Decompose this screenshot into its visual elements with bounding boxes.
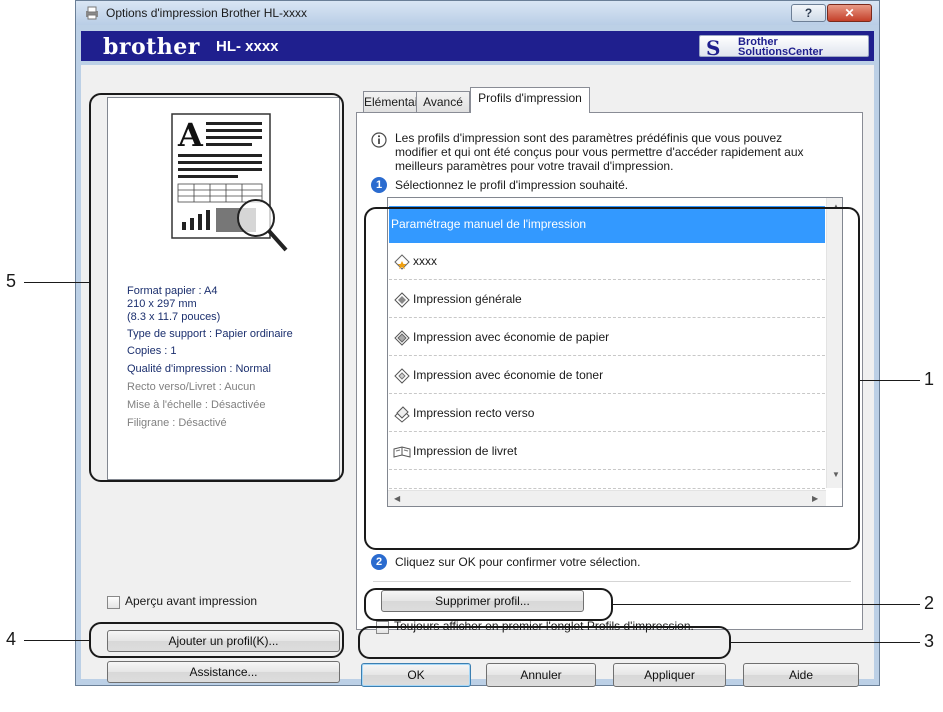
callout-line-3 [731, 642, 920, 643]
help-button[interactable]: Aide [743, 663, 859, 687]
callout-outline-5 [89, 93, 344, 482]
step2-number-icon: 2 [371, 554, 387, 570]
print-preview-label: Aperçu avant impression [125, 594, 258, 608]
step1-number-icon: 1 [371, 177, 387, 193]
info-icon [371, 132, 387, 148]
callout-outline-1 [364, 207, 860, 550]
callout-outline-3 [358, 626, 731, 659]
help-title-button[interactable]: ? [791, 4, 826, 22]
callout-line-5 [24, 282, 90, 283]
callout-outline-2 [364, 588, 613, 621]
close-button[interactable]: ✕ [827, 4, 872, 22]
printer-icon [86, 6, 98, 20]
tab-advanced[interactable]: Avancé [416, 91, 470, 112]
callout-line-2 [613, 604, 920, 605]
tab-basic[interactable]: Elémentaire [363, 91, 428, 112]
callout-number-4: 4 [6, 629, 17, 649]
print-preview-checkbox[interactable] [107, 596, 120, 609]
info-text-line1: Les profils d'impression sont des paramè… [395, 131, 783, 145]
tab-print-profiles[interactable]: Profils d'impression [470, 87, 590, 113]
solutions-s-icon: S [706, 36, 721, 60]
info-text-line3: meilleurs paramètres pour votre travail … [395, 159, 674, 173]
step2-text: Cliquez sur OK pour confirmer votre séle… [395, 555, 641, 569]
model-name: HL- xxxx [216, 38, 279, 55]
cancel-button[interactable]: Annuler [486, 663, 596, 687]
title-bar[interactable]: Options d'impression Brother HL-xxxx ? ✕ [76, 1, 879, 25]
callout-line-1 [860, 380, 920, 381]
window-title: Options d'impression Brother HL-xxxx [106, 6, 308, 20]
callout-number-2: 2 [924, 593, 935, 613]
callout-number-1: 1 [924, 369, 935, 389]
apply-button[interactable]: Appliquer [613, 663, 726, 687]
brother-logo: brother [103, 34, 200, 60]
info-text-line2: modifier et qui ont été conçus pour vous… [395, 145, 804, 159]
assistance-button[interactable]: Assistance... [107, 661, 340, 683]
callout-line-4 [24, 640, 90, 641]
divider [373, 581, 851, 582]
callout-outline-4 [89, 622, 344, 658]
solutions-center-button[interactable]: S Brother SolutionsCenter [699, 35, 869, 60]
step1-text: Sélectionnez le profil d'impression souh… [395, 178, 629, 192]
ok-button[interactable]: OK [361, 663, 471, 687]
callout-number-3: 3 [924, 631, 935, 651]
callout-number-5: 5 [6, 271, 17, 291]
brand-bar: brother HL- xxxx S Brother SolutionsCent… [81, 31, 874, 61]
solutions-line2: SolutionsCenter [738, 46, 823, 58]
